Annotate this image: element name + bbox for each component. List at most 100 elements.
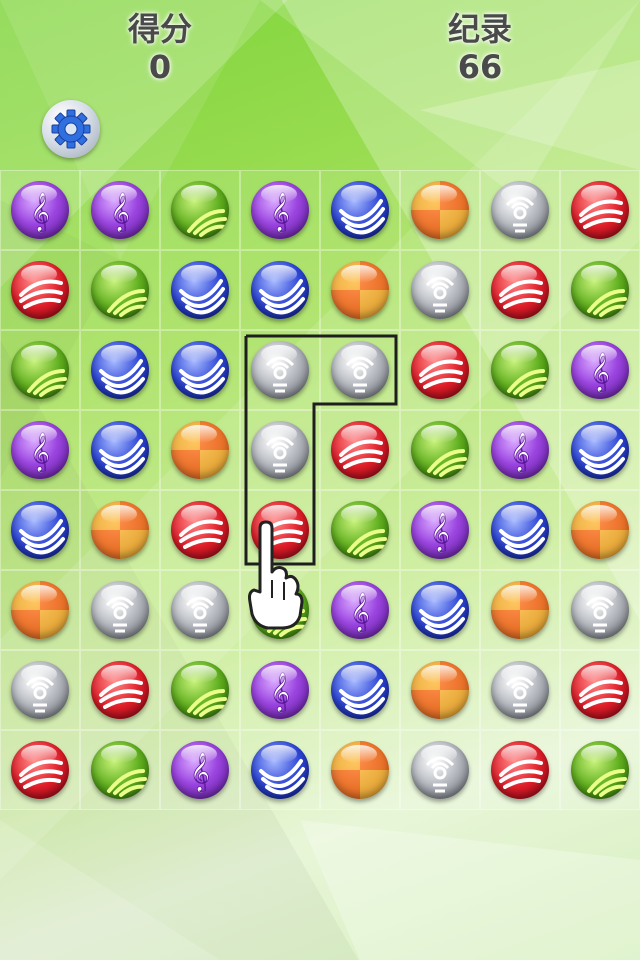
score-panel: 得分 0 xyxy=(80,10,240,86)
board-cell-6-6 xyxy=(480,650,560,730)
board-cell-5-6 xyxy=(480,570,560,650)
green-orb[interactable] xyxy=(571,741,629,799)
board-cell-3-5 xyxy=(400,410,480,490)
silver-orb[interactable] xyxy=(171,581,229,639)
red-orb[interactable] xyxy=(171,501,229,559)
red-orb[interactable] xyxy=(571,181,629,239)
blue-orb[interactable] xyxy=(331,661,389,719)
board-cell-1-0 xyxy=(0,250,80,330)
blue-orb[interactable] xyxy=(411,581,469,639)
blue-orb[interactable] xyxy=(251,261,309,319)
silver-orb[interactable] xyxy=(331,341,389,399)
blue-orb[interactable] xyxy=(91,421,149,479)
orange-orb[interactable] xyxy=(91,501,149,559)
orange-orb[interactable] xyxy=(331,741,389,799)
silver-orb[interactable] xyxy=(91,581,149,639)
silver-orb-symbol-icon xyxy=(505,196,535,233)
orange-orb[interactable] xyxy=(171,421,229,479)
green-orb[interactable] xyxy=(171,661,229,719)
board-cell-3-4 xyxy=(320,410,400,490)
board-cell-0-7 xyxy=(560,170,640,250)
red-orb[interactable] xyxy=(411,341,469,399)
purple-orb[interactable]: 𝄞 xyxy=(331,581,389,639)
red-orb[interactable] xyxy=(11,741,69,799)
red-orb[interactable] xyxy=(11,261,69,319)
red-orb-symbol-icon xyxy=(579,679,623,709)
orange-orb[interactable] xyxy=(571,501,629,559)
board-cell-0-3: 𝄞 xyxy=(240,170,320,250)
purple-orb[interactable]: 𝄞 xyxy=(571,341,629,399)
blue-orb[interactable] xyxy=(91,341,149,399)
red-orb[interactable] xyxy=(491,261,549,319)
board-cell-5-2 xyxy=(160,570,240,650)
board-cell-3-7 xyxy=(560,410,640,490)
green-orb[interactable] xyxy=(91,741,149,799)
silver-orb[interactable] xyxy=(491,181,549,239)
orange-orb[interactable] xyxy=(411,181,469,239)
silver-orb-symbol-icon xyxy=(425,756,455,793)
orange-orb[interactable] xyxy=(411,661,469,719)
silver-orb[interactable] xyxy=(491,661,549,719)
svg-text:𝄞: 𝄞 xyxy=(110,192,130,233)
red-orb-symbol-icon xyxy=(259,519,303,549)
purple-orb[interactable]: 𝄞 xyxy=(171,741,229,799)
blue-orb[interactable] xyxy=(11,501,69,559)
red-orb-symbol-icon xyxy=(499,279,543,309)
orange-orb[interactable] xyxy=(491,581,549,639)
board-cell-2-1 xyxy=(80,330,160,410)
red-orb[interactable] xyxy=(91,661,149,719)
silver-orb[interactable] xyxy=(251,341,309,399)
settings-button[interactable] xyxy=(42,100,100,158)
blue-orb[interactable] xyxy=(571,421,629,479)
silver-orb[interactable] xyxy=(11,661,69,719)
purple-orb[interactable]: 𝄞 xyxy=(251,661,309,719)
purple-orb[interactable]: 𝄞 xyxy=(251,181,309,239)
silver-orb-symbol-icon xyxy=(105,596,135,633)
purple-orb[interactable]: 𝄞 xyxy=(411,501,469,559)
blue-orb[interactable] xyxy=(251,741,309,799)
board-cell-2-4 xyxy=(320,330,400,410)
purple-orb[interactable]: 𝄞 xyxy=(11,181,69,239)
silver-orb[interactable] xyxy=(571,581,629,639)
green-orb[interactable] xyxy=(171,181,229,239)
red-orb[interactable] xyxy=(571,661,629,719)
blue-orb[interactable] xyxy=(331,181,389,239)
board-cell-7-1 xyxy=(80,730,160,810)
green-orb[interactable] xyxy=(251,581,309,639)
green-orb[interactable] xyxy=(331,501,389,559)
blue-orb[interactable] xyxy=(171,341,229,399)
red-orb[interactable] xyxy=(491,741,549,799)
green-orb[interactable] xyxy=(91,261,149,319)
purple-orb-symbol-icon: 𝄞 xyxy=(190,752,211,794)
blue-orb[interactable] xyxy=(491,501,549,559)
orange-orb[interactable] xyxy=(331,261,389,319)
blue-orb[interactable] xyxy=(171,261,229,319)
silver-orb[interactable] xyxy=(251,421,309,479)
score-label: 得分 xyxy=(127,10,192,48)
purple-orb[interactable]: 𝄞 xyxy=(91,181,149,239)
green-orb[interactable] xyxy=(491,341,549,399)
red-orb[interactable] xyxy=(251,501,309,559)
red-orb[interactable] xyxy=(331,421,389,479)
record-panel: 纪录 66 xyxy=(400,10,560,86)
board-cell-7-2: 𝄞 xyxy=(160,730,240,810)
score-value: 0 xyxy=(148,48,172,86)
board-cell-4-6 xyxy=(480,490,560,570)
orange-orb[interactable] xyxy=(11,581,69,639)
purple-orb[interactable]: 𝄞 xyxy=(11,421,69,479)
purple-orb[interactable]: 𝄞 xyxy=(491,421,549,479)
blue-orb-symbol-icon xyxy=(339,199,385,235)
green-orb[interactable] xyxy=(411,421,469,479)
svg-text:𝄞: 𝄞 xyxy=(190,752,210,793)
green-orb[interactable] xyxy=(11,341,69,399)
green-orb-symbol-icon xyxy=(427,449,467,477)
red-orb-symbol-icon xyxy=(499,759,543,789)
board-cell-6-2 xyxy=(160,650,240,730)
green-orb[interactable] xyxy=(571,261,629,319)
silver-orb[interactable] xyxy=(411,741,469,799)
board-cell-3-0: 𝄞 xyxy=(0,410,80,490)
board-cell-0-6 xyxy=(480,170,560,250)
silver-orb[interactable] xyxy=(411,261,469,319)
board-cell-5-1 xyxy=(80,570,160,650)
svg-text:𝄞: 𝄞 xyxy=(430,512,450,553)
